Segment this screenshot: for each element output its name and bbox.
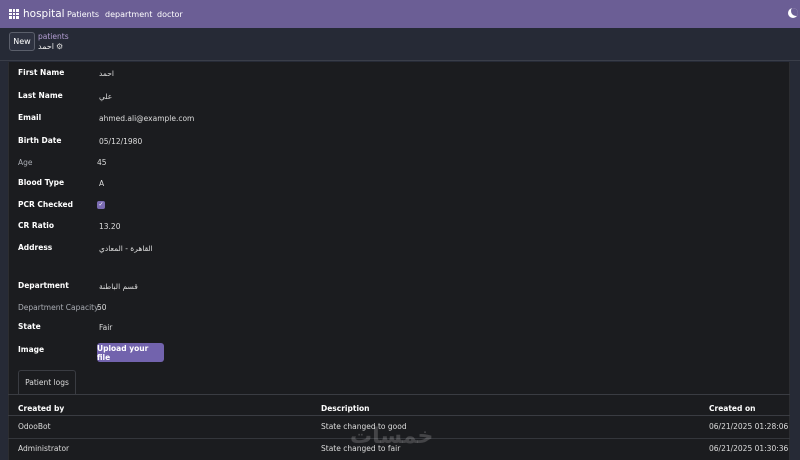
age-value: 45 [97,158,107,167]
state-label: State [18,322,41,331]
tab-patient-logs[interactable]: Patient logs [18,370,76,394]
nav-patients[interactable]: Patients [67,10,99,19]
department-label: Department [18,281,69,290]
age-label: Age [18,158,33,167]
last-name-field[interactable]: علي [99,92,112,101]
pcr-checked-checkbox[interactable]: ✓ [97,201,105,209]
column-description[interactable]: Description [321,404,370,413]
department-capacity-value: 50 [97,303,107,312]
row-2-created-on[interactable]: 06/21/2025 01:30:36 [709,444,788,453]
breadcrumb-patients[interactable]: patients [38,32,69,41]
blood-type-field[interactable]: A [99,179,104,188]
column-created-by[interactable]: Created by [18,404,64,413]
logs-table-header [8,395,790,416]
column-created-on[interactable]: Created on [709,404,756,413]
department-field[interactable]: قسم الباطنة [99,282,138,291]
birth-date-label: Birth Date [18,136,62,145]
image-label: Image [18,345,45,354]
breadcrumb-record-name: احمد [38,42,54,51]
new-button[interactable]: New [9,32,35,51]
app-brand[interactable]: hospital [23,8,65,20]
cr-ratio-field[interactable]: 13.20 [99,222,120,231]
row-1-created-on[interactable]: 06/21/2025 01:28:06 [709,422,788,431]
apps-menu-icon[interactable] [9,9,19,19]
control-panel: New patients احمد ⚙ [0,28,800,61]
first-name-label: First Name [18,68,65,77]
blood-type-label: Blood Type [18,178,65,187]
cr-ratio-label: CR Ratio [18,221,55,230]
dark-mode-moon-icon[interactable] [788,8,798,18]
first-name-field[interactable]: احمد [99,69,114,78]
top-navbar: hospital Patients department doctor [0,0,800,28]
birth-date-field[interactable]: 05/12/1980 [99,137,142,146]
row-1-created-by[interactable]: OdooBot [18,422,51,431]
address-label: Address [18,243,53,252]
state-field[interactable]: Fair [99,323,112,332]
upload-file-button[interactable]: Upload your file [97,343,164,362]
nav-department[interactable]: department [105,10,152,19]
watermark: خمسات [350,424,434,449]
email-field[interactable]: ahmed.ali@example.com [99,114,194,123]
last-name-label: Last Name [18,91,63,100]
pcr-checked-label: PCR Checked [18,200,74,209]
email-label: Email [18,113,42,122]
gear-icon[interactable]: ⚙ [56,42,63,51]
department-capacity-label: Department Capacity [18,303,99,312]
nav-doctor[interactable]: doctor [157,10,183,19]
address-field[interactable]: القاهرة - المعادي [99,244,153,253]
row-2-created-by[interactable]: Administrator [18,444,69,453]
